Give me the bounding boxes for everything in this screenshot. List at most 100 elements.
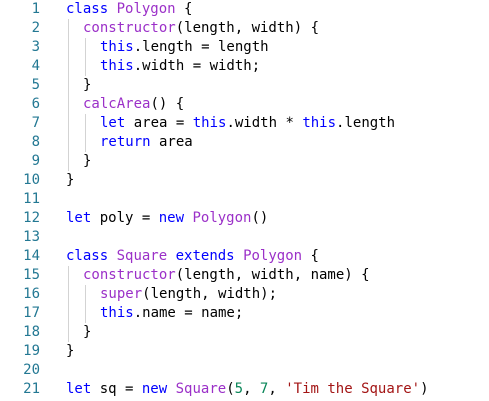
code-text: class Polygon { bbox=[66, 0, 192, 19]
indent-guide bbox=[68, 19, 69, 38]
code-line[interactable]: 4 this.width = width; bbox=[0, 57, 489, 76]
code-token: Polygon bbox=[243, 248, 303, 264]
code-token: Square bbox=[175, 381, 227, 397]
code-line[interactable]: 19} bbox=[0, 342, 489, 361]
code-line[interactable]: 3 this.length = length bbox=[0, 38, 489, 57]
code-token: extends bbox=[175, 248, 235, 264]
code-token: } bbox=[66, 343, 75, 359]
code-token: Polygon bbox=[116, 1, 176, 17]
code-token: , bbox=[243, 381, 260, 397]
code-line[interactable]: 15 constructor(length, width, name) { bbox=[0, 266, 489, 285]
code-editor[interactable]: 1 class Polygon {2 constructor(length, wid… bbox=[0, 0, 489, 401]
code-line[interactable]: 21 let sq = new Square(5, 7, 'Tim the Squ… bbox=[0, 380, 489, 399]
code-token: { bbox=[175, 1, 193, 17]
code-token: class bbox=[66, 1, 109, 17]
code-line[interactable]: 2 constructor(length, width) { bbox=[0, 19, 489, 38]
code-line[interactable]: 13 bbox=[0, 228, 489, 247]
code-token: , bbox=[268, 381, 286, 397]
indent-guide bbox=[68, 266, 69, 285]
code-token: } bbox=[83, 77, 92, 93]
line-number: 5 bbox=[31, 77, 40, 93]
code-line[interactable]: 16 super(length, width); bbox=[0, 285, 489, 304]
line-number: 15 bbox=[23, 267, 40, 283]
code-token: .length bbox=[336, 115, 396, 131]
code-token: Square bbox=[116, 248, 168, 264]
code-token: this bbox=[100, 305, 134, 321]
code-token: this bbox=[302, 115, 337, 131]
code-token: .name = name; bbox=[133, 305, 244, 321]
line-number: 3 bbox=[31, 39, 40, 55]
line-number: 9 bbox=[31, 153, 40, 169]
indent-guide bbox=[68, 133, 69, 152]
code-text: return area bbox=[100, 133, 193, 152]
code-token: .length = length bbox=[133, 39, 269, 55]
code-line[interactable]: 6 calcArea() { bbox=[0, 95, 489, 114]
code-token: constructor bbox=[83, 267, 176, 283]
indent-guide bbox=[68, 304, 69, 323]
indent-guide bbox=[68, 285, 69, 304]
code-token: ( bbox=[226, 381, 235, 397]
code-token: Polygon bbox=[192, 210, 252, 226]
line-number: 20 bbox=[23, 362, 40, 378]
line-number: 11 bbox=[23, 191, 40, 207]
code-token: { bbox=[302, 248, 319, 264]
code-text: let sq = new Square(5, 7, 'Tim the Squar… bbox=[66, 380, 429, 399]
code-token: let bbox=[66, 381, 92, 397]
indent-guide bbox=[68, 57, 69, 76]
code-token: () { bbox=[150, 96, 185, 112]
line-number: 8 bbox=[31, 134, 40, 150]
code-token: poly = bbox=[91, 210, 159, 226]
indent-guide bbox=[68, 114, 69, 133]
line-number: 16 bbox=[23, 286, 40, 302]
code-token: calcArea bbox=[83, 96, 151, 112]
line-number: 10 bbox=[23, 172, 40, 188]
code-token: return bbox=[100, 134, 151, 150]
code-text: } bbox=[83, 323, 91, 342]
indent-guide bbox=[85, 304, 86, 323]
code-token: .width * bbox=[226, 115, 303, 131]
line-number: 2 bbox=[31, 20, 40, 36]
indent-guide bbox=[68, 323, 69, 342]
code-line[interactable]: 17 this.name = name; bbox=[0, 304, 489, 323]
code-line[interactable]: 9} bbox=[0, 152, 489, 171]
code-token: super bbox=[100, 286, 143, 302]
code-line[interactable]: 20 bbox=[0, 361, 489, 380]
code-line[interactable]: 14 class Square extends Polygon { bbox=[0, 247, 489, 266]
code-line[interactable]: 10} bbox=[0, 171, 489, 190]
code-line[interactable]: 12 let poly = new Polygon() bbox=[0, 209, 489, 228]
indent-guide bbox=[85, 285, 86, 304]
line-number: 14 bbox=[23, 248, 40, 264]
line-number: 19 bbox=[23, 343, 40, 359]
code-line[interactable]: 1 class Polygon { bbox=[0, 0, 489, 19]
code-token: (length, width, name) { bbox=[175, 267, 370, 283]
code-text: let area = this.width * this.length bbox=[100, 114, 395, 133]
code-text: } bbox=[83, 76, 91, 95]
code-text: calcArea() { bbox=[83, 95, 184, 114]
code-token: class bbox=[66, 248, 109, 264]
code-text: super(length, width); bbox=[100, 285, 277, 304]
code-token: .width = width; bbox=[133, 58, 261, 74]
line-number: 18 bbox=[23, 324, 40, 340]
line-number: 7 bbox=[31, 115, 40, 131]
code-token: 'Tim the Square' bbox=[285, 381, 421, 397]
indent-guide bbox=[85, 57, 86, 76]
line-number: 17 bbox=[23, 305, 40, 321]
code-line[interactable]: 7 let area = this.width * this.length bbox=[0, 114, 489, 133]
code-text: this.length = length bbox=[100, 38, 269, 57]
code-line[interactable]: 8 return area bbox=[0, 133, 489, 152]
code-token: (length, width); bbox=[142, 286, 278, 302]
code-token: sq = bbox=[91, 381, 142, 397]
code-line[interactable]: 18} bbox=[0, 323, 489, 342]
code-line[interactable]: 5} bbox=[0, 76, 489, 95]
code-line[interactable]: 11 bbox=[0, 190, 489, 209]
code-token: } bbox=[83, 153, 92, 169]
code-token: new bbox=[158, 210, 185, 226]
code-token: this bbox=[100, 58, 134, 74]
indent-guide bbox=[85, 38, 86, 57]
indent-guide bbox=[68, 95, 69, 114]
line-number: 12 bbox=[23, 210, 40, 226]
